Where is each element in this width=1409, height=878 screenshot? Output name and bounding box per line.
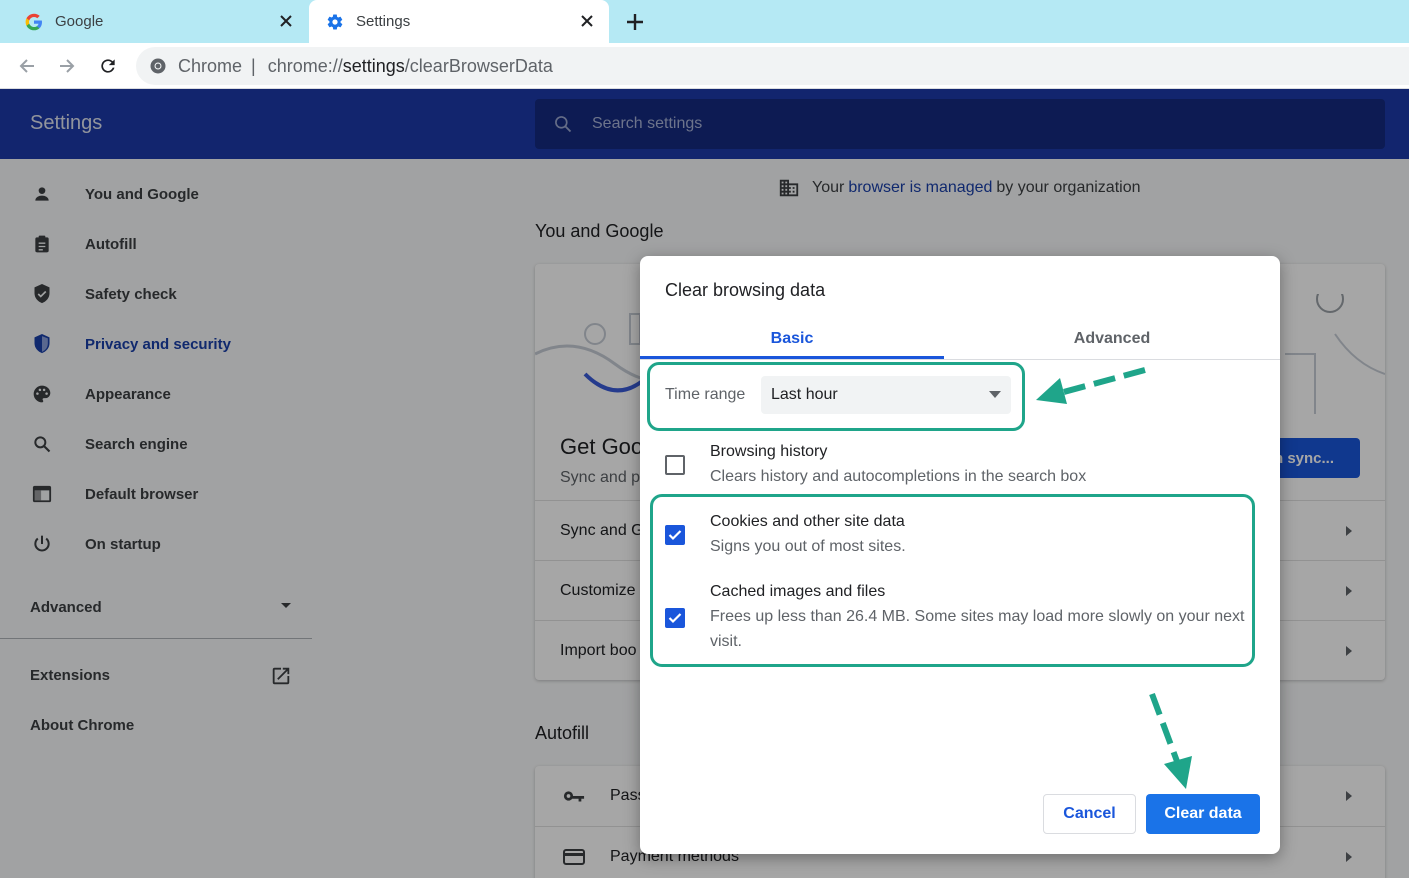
option-desc: Clears history and autocompletions in th… xyxy=(710,468,1087,485)
arrow-right-icon xyxy=(60,59,75,73)
tab-title: Google xyxy=(55,13,104,30)
chrome-icon xyxy=(150,58,166,74)
address-origin: Chrome xyxy=(178,55,243,76)
option-title: Browsing history xyxy=(710,443,828,460)
dialog-title: Clear browsing data xyxy=(665,280,826,300)
annotation-highlight-checked-options xyxy=(650,494,1255,667)
address-url-path: /clearBrowserData xyxy=(404,55,553,76)
arrow-left-icon xyxy=(19,59,34,73)
gear-icon xyxy=(325,12,345,32)
tab-title: Settings xyxy=(356,13,411,30)
tab-advanced[interactable]: Advanced xyxy=(944,318,1280,360)
tab-divider xyxy=(640,359,1280,360)
clear-data-button[interactable]: Clear data xyxy=(1146,794,1260,834)
tab-settings[interactable]: Settings xyxy=(309,0,609,43)
cancel-button[interactable]: Cancel xyxy=(1043,794,1136,834)
reload-icon xyxy=(101,59,115,73)
tab-basic[interactable]: Basic xyxy=(640,318,944,360)
new-tab-button[interactable] xyxy=(622,9,648,35)
tab-google[interactable]: Google xyxy=(0,0,308,43)
annotation-arrow-clear-data xyxy=(1149,692,1192,789)
browsing-history-checkbox[interactable] xyxy=(665,455,685,475)
address-separator: | xyxy=(251,55,256,76)
tab-strip: Google Settings xyxy=(0,0,1409,43)
reload-button[interactable] xyxy=(95,53,121,79)
google-g-icon xyxy=(24,12,44,32)
forward-button[interactable] xyxy=(54,53,80,79)
address-url-host: settings xyxy=(342,55,405,76)
close-icon[interactable] xyxy=(276,11,296,31)
annotation-arrow-time-range xyxy=(1036,367,1146,404)
close-icon[interactable] xyxy=(577,11,597,31)
browser-toolbar: Chrome | chrome://settings/clearBrowserD… xyxy=(0,43,1409,89)
annotation-highlight-time-range xyxy=(647,362,1025,431)
address-bar[interactable]: Chrome | chrome://settings/clearBrowserD… xyxy=(136,47,1409,85)
plus-icon xyxy=(627,14,643,30)
back-button[interactable] xyxy=(14,53,40,79)
address-url-prefix: chrome:// xyxy=(267,55,343,76)
